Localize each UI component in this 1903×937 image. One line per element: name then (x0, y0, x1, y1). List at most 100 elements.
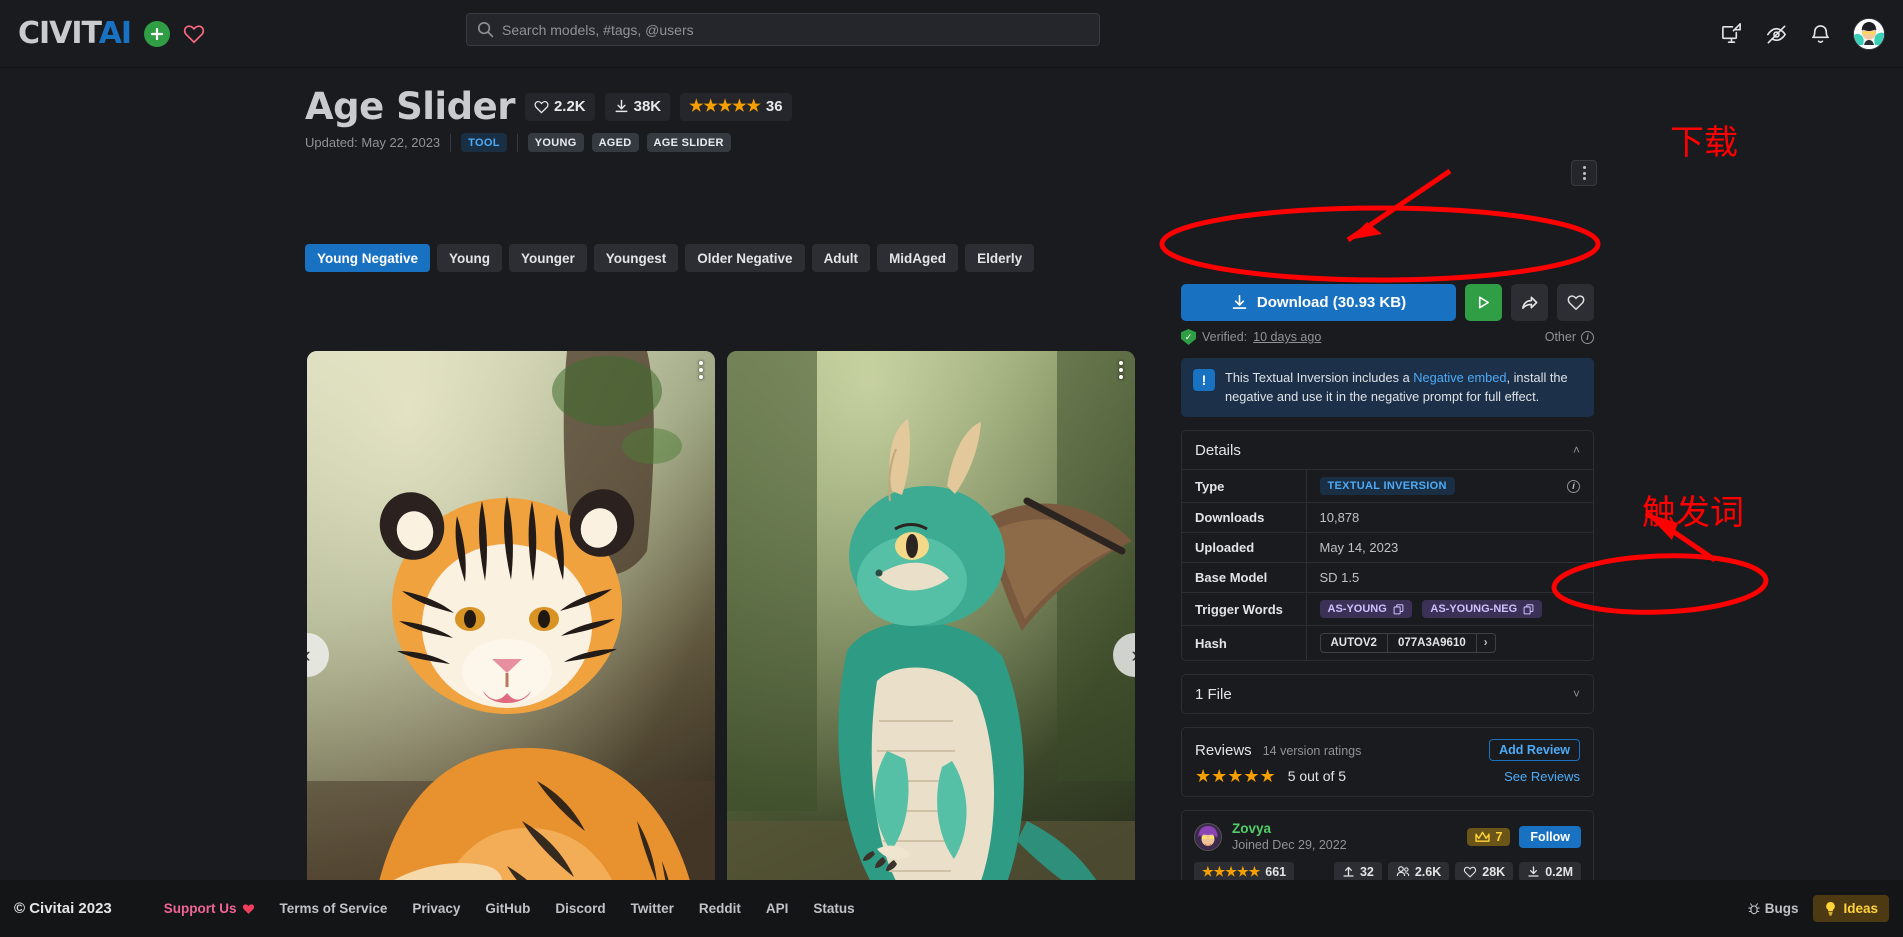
tag-young[interactable]: YOUNG (527, 133, 584, 152)
download-icon (615, 99, 628, 113)
heart-outline-icon (1567, 295, 1584, 311)
version-tab-midaged[interactable]: MidAged (877, 244, 959, 272)
bell-icon[interactable] (1810, 23, 1831, 46)
search-icon (477, 21, 494, 38)
version-tab-young-negative[interactable]: Young Negative (305, 244, 431, 272)
creator-likes-stat: 28K (1455, 861, 1514, 882)
details-header[interactable]: Details ˄ (1182, 431, 1593, 469)
avatar[interactable] (1853, 18, 1885, 50)
download-button-label: Download (30.93 KB) (1256, 294, 1407, 311)
image-options-menu-button[interactable] (1119, 361, 1123, 379)
version-tab-elderly[interactable]: Elderly (965, 244, 1035, 272)
downloads-stat[interactable]: 38K (604, 92, 671, 121)
version-tab-young[interactable]: Young (437, 244, 503, 272)
tag-tool[interactable]: TOOL (461, 133, 507, 152)
detail-key-base-model: Base Model (1182, 562, 1307, 593)
carousel-image-tiger[interactable]: ‹ (307, 351, 715, 937)
detail-key-downloads: Downloads (1182, 502, 1307, 533)
carousel-image-dragon[interactable]: › (727, 351, 1135, 937)
followers-count: 2.6K (1414, 864, 1442, 879)
files-header[interactable]: 1 File ˅ (1182, 675, 1593, 713)
footer-link-twitter[interactable]: Twitter (631, 901, 674, 916)
tag-age-slider[interactable]: AGE SLIDER (646, 133, 731, 152)
share-button[interactable] (1511, 284, 1548, 321)
verified-row: ✓ Verified: 10 days ago Other i (1181, 329, 1594, 345)
crown-icon (1475, 832, 1491, 843)
footer-link-api[interactable]: API (766, 901, 789, 916)
star-rating: ★★★★★ (689, 97, 761, 115)
creator-stats-row: ★★★★★ 661 32 2.6K 28K 0.2M (1194, 861, 1581, 882)
footer-link-status[interactable]: Status (813, 901, 854, 916)
version-ratings-count: 14 version ratings (1262, 743, 1362, 758)
version-tab-adult[interactable]: Adult (811, 244, 871, 272)
likes-count: 28K (1482, 864, 1506, 879)
creator-rank-badge: 7 (1467, 828, 1511, 847)
creator-joined: Joined Dec 29, 2022 (1232, 837, 1347, 852)
footer-right-actions: Bugs Ideas (1748, 895, 1889, 922)
footer-link-support-us[interactable]: Support Us (164, 901, 255, 916)
footer-link-discord[interactable]: Discord (555, 901, 605, 916)
reviews-title-group: Reviews 14 version ratings (1195, 742, 1361, 759)
logo-part-2: AI (98, 16, 132, 51)
logo-part-1: CIVIT (18, 16, 100, 51)
creator-rating-count: 661 (1265, 864, 1287, 879)
likes-stat[interactable]: 2.2K (524, 92, 595, 121)
crown-count: 7 (1495, 830, 1503, 845)
brand-logo-group[interactable]: CIVITAI (18, 16, 205, 51)
rating-stat[interactable]: ★★★★★ 36 (680, 92, 792, 121)
model-options-menu-button[interactable] (1571, 160, 1597, 186)
version-tab-older-negative[interactable]: Older Negative (685, 244, 805, 272)
rating-count: 36 (765, 98, 783, 115)
footer-link-github[interactable]: GitHub (485, 901, 530, 916)
favorite-button[interactable] (1557, 284, 1594, 321)
ideas-label: Ideas (1843, 901, 1878, 916)
download-button[interactable]: Download (30.93 KB) (1181, 284, 1456, 321)
civitai-logo[interactable]: CIVITAI (18, 16, 132, 51)
ideas-button[interactable]: Ideas (1813, 895, 1889, 922)
version-tab-youngest[interactable]: Youngest (593, 244, 679, 272)
hash-expand-icon[interactable]: › (1477, 634, 1495, 652)
trigger-word-chip-2[interactable]: AS-YOUNG-NEG (1422, 600, 1543, 619)
details-table: Type TEXTUAL INVERSION i Downloads 10,87… (1182, 469, 1593, 661)
negative-embed-link[interactable]: Negative embed (1413, 370, 1506, 385)
creator-star-rating: ★★★★★ (1202, 864, 1261, 880)
main-content: Age Slider 2.2K 38K ★★★★★ 36 Updated: Ma… (0, 68, 1903, 937)
add-review-button[interactable]: Add Review (1489, 739, 1580, 762)
heart-outline-icon (534, 100, 549, 114)
creator-info: Zovya Joined Dec 29, 2022 (1232, 821, 1347, 854)
footer-link-reddit[interactable]: Reddit (699, 901, 741, 916)
tag-aged[interactable]: AGED (591, 133, 639, 152)
search-bar[interactable] (466, 13, 1100, 46)
bugs-button[interactable]: Bugs (1748, 901, 1798, 916)
table-row: Uploaded May 14, 2023 (1182, 532, 1593, 563)
footer-link-terms[interactable]: Terms of Service (280, 901, 388, 916)
monitor-share-icon[interactable] (1720, 22, 1743, 46)
detail-key-type: Type (1182, 469, 1307, 503)
see-reviews-link[interactable]: See Reviews (1504, 769, 1580, 784)
creator-avatar[interactable] (1194, 823, 1222, 852)
footer-link-privacy[interactable]: Privacy (412, 901, 460, 916)
follow-button[interactable]: Follow (1519, 826, 1581, 849)
hash-group[interactable]: AUTOV2 077A3A9610 › (1319, 633, 1496, 654)
search-input[interactable] (502, 21, 1089, 38)
creator-name[interactable]: Zovya (1232, 821, 1347, 838)
run-model-button[interactable] (1465, 284, 1502, 321)
image-options-menu-button[interactable] (699, 361, 703, 379)
hash-type: AUTOV2 (1321, 634, 1388, 653)
detail-value-hash: AUTOV2 077A3A9610 › (1306, 625, 1593, 661)
heart-icon[interactable] (183, 24, 205, 44)
creator-actions: 7 Follow (1467, 826, 1581, 849)
info-icon[interactable]: i (1567, 479, 1580, 493)
trigger-word-chip-1[interactable]: AS-YOUNG (1319, 600, 1412, 619)
plus-icon[interactable] (144, 20, 171, 47)
table-row: Base Model SD 1.5 (1182, 562, 1593, 593)
version-tab-younger[interactable]: Younger (509, 244, 587, 272)
info-icon[interactable]: i (1581, 330, 1594, 344)
files-title: 1 File (1195, 685, 1232, 703)
version-tabs: Young Negative Young Younger Youngest Ol… (305, 244, 1035, 272)
model-sidebar: Download (30.93 KB) ✓ Verified: 10 days … (1181, 284, 1594, 893)
eye-off-icon[interactable] (1765, 23, 1788, 46)
share-icon (1522, 296, 1538, 310)
verified-time[interactable]: 10 days ago (1253, 330, 1321, 344)
detail-value-trigger-words: AS-YOUNG AS-YOUNG-NEG (1306, 592, 1593, 626)
